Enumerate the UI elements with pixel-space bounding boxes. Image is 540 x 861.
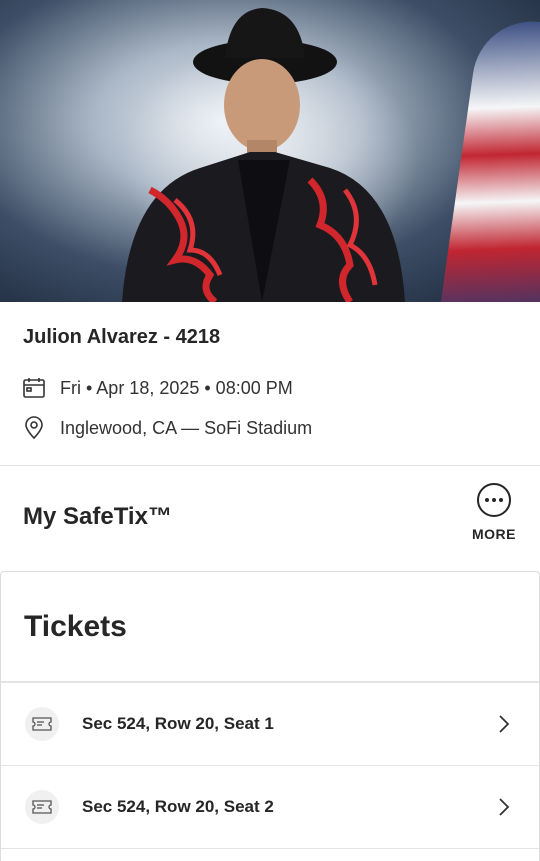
chevron-right-icon xyxy=(497,714,511,734)
ticket-row[interactable]: Sec 524, Row 20, Seat 2 xyxy=(1,766,539,849)
event-venue-text: Inglewood, CA — SoFi Stadium xyxy=(60,417,313,438)
ticket-icon xyxy=(25,790,59,824)
ticket-label: Sec 524, Row 20, Seat 1 xyxy=(82,714,274,733)
tickets-card: Tickets Sec 524, Row 20, Seat 1 Sec 524,… xyxy=(0,571,540,861)
event-date-text: Fri • Apr 18, 2025 • 08:00 PM xyxy=(60,377,293,398)
event-title: Julion Alvarez - 4218 xyxy=(23,326,221,348)
ticket-row[interactable]: Sec 524, Row 20, Seat 1 xyxy=(1,683,539,766)
event-venue-row: Inglewood, CA — SoFi Stadium xyxy=(22,416,312,440)
location-pin-icon xyxy=(22,416,46,440)
more-dots-icon xyxy=(477,483,511,517)
tickets-header: Tickets xyxy=(1,572,539,683)
ticket-icon xyxy=(25,707,59,741)
ticket-label: Sec 524, Row 20, Seat 2 xyxy=(82,797,274,816)
more-label: MORE xyxy=(472,526,516,542)
chevron-right-icon xyxy=(497,797,511,817)
event-date-row: Fri • Apr 18, 2025 • 08:00 PM xyxy=(22,376,293,400)
event-hero-image xyxy=(0,0,540,302)
tickets-title: Tickets xyxy=(24,610,127,643)
event-info-section: Julion Alvarez - 4218 Fri • Apr 18, 2025… xyxy=(0,302,540,466)
more-button[interactable]: MORE xyxy=(470,483,518,542)
safetix-section: My SafeTix™ MORE xyxy=(0,467,540,571)
calendar-icon xyxy=(22,376,46,400)
safetix-title: My SafeTix™ xyxy=(23,503,172,530)
